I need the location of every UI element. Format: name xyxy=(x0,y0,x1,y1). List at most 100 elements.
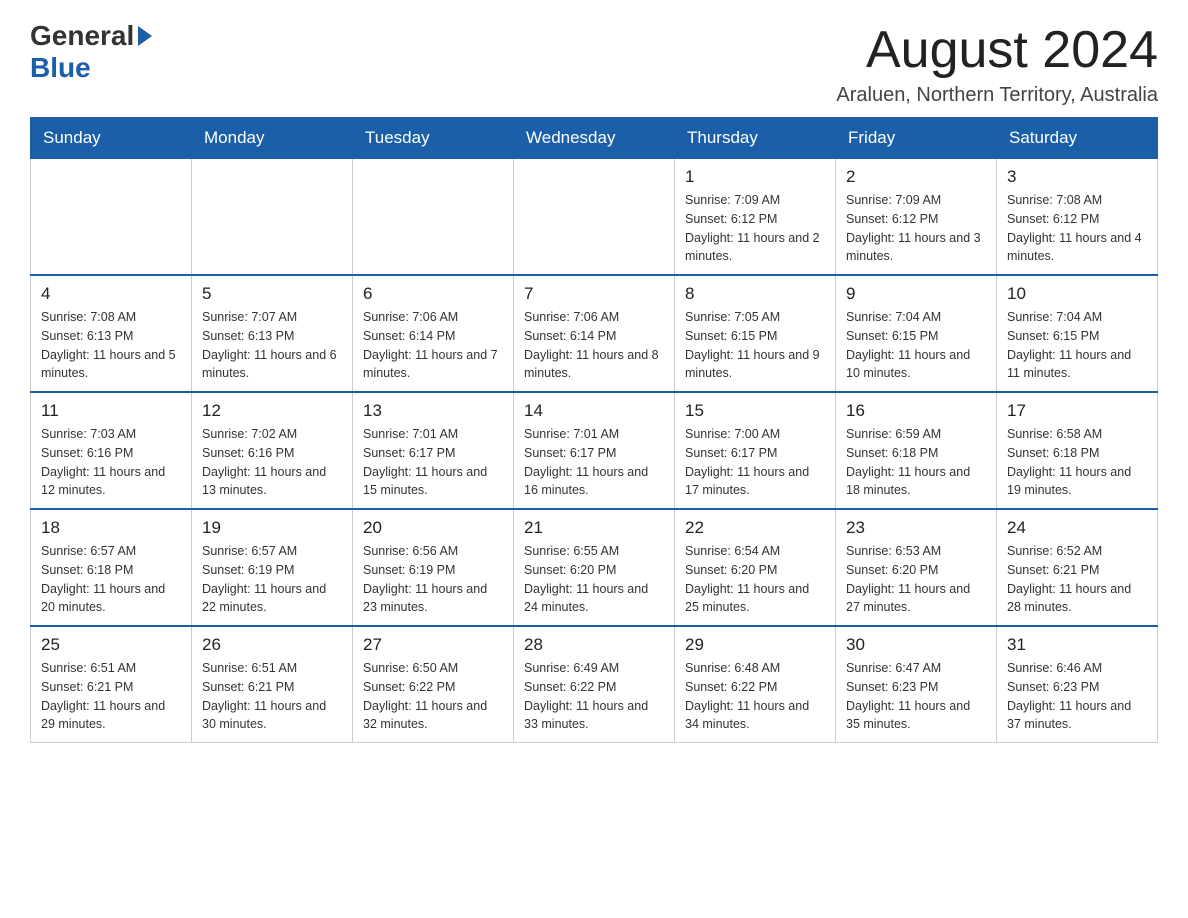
calendar-cell: 7Sunrise: 7:06 AMSunset: 6:14 PMDaylight… xyxy=(514,275,675,392)
calendar-title: August 2024 xyxy=(836,20,1158,80)
calendar-cell xyxy=(31,159,192,276)
calendar-cell: 26Sunrise: 6:51 AMSunset: 6:21 PMDayligh… xyxy=(192,626,353,743)
calendar-cell: 27 Sunrise: 6:50 AMSunset: 6:22 PMDayligh… xyxy=(353,626,514,743)
calendar-cell: 23 Sunrise: 6:53 AMSunset: 6:20 PMDayligh… xyxy=(836,509,997,626)
calendar-cell: 5Sunrise: 7:07 AMSunset: 6:13 PMDaylight… xyxy=(192,275,353,392)
day-number: 4 xyxy=(41,284,181,304)
day-info: Sunrise: 7:01 AMSunset: 6:17 PMDaylight:… xyxy=(363,425,503,500)
day-info: Sunrise: 6:50 AMSunset: 6:22 PMDaylight:… xyxy=(363,659,503,734)
day-info: Sunrise: 7:00 AMSunset: 6:17 PMDaylight:… xyxy=(685,425,825,500)
day-number: 24 xyxy=(1007,518,1147,538)
calendar-cell: 21Sunrise: 6:55 AMSunset: 6:20 PMDayligh… xyxy=(514,509,675,626)
calendar-cell: 14 Sunrise: 7:01 AMSunset: 6:17 PMDayligh… xyxy=(514,392,675,509)
week-row-2: 4 Sunrise: 7:08 AMSunset: 6:13 PMDaylight… xyxy=(31,275,1158,392)
calendar-cell xyxy=(353,159,514,276)
col-header-thursday: Thursday xyxy=(675,118,836,159)
col-header-friday: Friday xyxy=(836,118,997,159)
calendar-cell: 18Sunrise: 6:57 AMSunset: 6:18 PMDayligh… xyxy=(31,509,192,626)
day-info: Sunrise: 6:56 AMSunset: 6:19 PMDaylight:… xyxy=(363,542,503,617)
calendar-cell: 19 Sunrise: 6:57 AMSunset: 6:19 PMDayligh… xyxy=(192,509,353,626)
day-info: Sunrise: 6:47 AMSunset: 6:23 PMDaylight:… xyxy=(846,659,986,734)
calendar-cell: 6 Sunrise: 7:06 AMSunset: 6:14 PMDaylight… xyxy=(353,275,514,392)
day-info: Sunrise: 7:08 AMSunset: 6:12 PMDaylight:… xyxy=(1007,191,1147,266)
logo-blue-text: Blue xyxy=(30,52,91,84)
day-number: 26 xyxy=(202,635,342,655)
calendar-cell: 22Sunrise: 6:54 AMSunset: 6:20 PMDayligh… xyxy=(675,509,836,626)
day-number: 19 xyxy=(202,518,342,538)
calendar-cell: 2 Sunrise: 7:09 AMSunset: 6:12 PMDaylight… xyxy=(836,159,997,276)
day-info: Sunrise: 7:01 AMSunset: 6:17 PMDaylight:… xyxy=(524,425,664,500)
day-info: Sunrise: 7:05 AMSunset: 6:15 PMDaylight:… xyxy=(685,308,825,383)
day-info: Sunrise: 7:06 AMSunset: 6:14 PMDaylight:… xyxy=(524,308,664,383)
day-number: 11 xyxy=(41,401,181,421)
calendar-cell: 12 Sunrise: 7:02 AMSunset: 6:16 PMDayligh… xyxy=(192,392,353,509)
day-number: 23 xyxy=(846,518,986,538)
day-number: 8 xyxy=(685,284,825,304)
day-number: 5 xyxy=(202,284,342,304)
day-info: Sunrise: 7:02 AMSunset: 6:16 PMDaylight:… xyxy=(202,425,342,500)
day-number: 29 xyxy=(685,635,825,655)
day-info: Sunrise: 6:53 AMSunset: 6:20 PMDaylight:… xyxy=(846,542,986,617)
day-number: 27 xyxy=(363,635,503,655)
week-row-3: 11 Sunrise: 7:03 AMSunset: 6:16 PMDayligh… xyxy=(31,392,1158,509)
day-info: Sunrise: 7:03 AMSunset: 6:16 PMDaylight:… xyxy=(41,425,181,500)
calendar-cell: 30 Sunrise: 6:47 AMSunset: 6:23 PMDayligh… xyxy=(836,626,997,743)
week-row-4: 18Sunrise: 6:57 AMSunset: 6:18 PMDayligh… xyxy=(31,509,1158,626)
day-number: 15 xyxy=(685,401,825,421)
day-info: Sunrise: 7:09 AMSunset: 6:12 PMDaylight:… xyxy=(685,191,825,266)
day-number: 17 xyxy=(1007,401,1147,421)
calendar-cell: 28 Sunrise: 6:49 AMSunset: 6:22 PMDayligh… xyxy=(514,626,675,743)
calendar-cell xyxy=(192,159,353,276)
day-number: 28 xyxy=(524,635,664,655)
day-number: 1 xyxy=(685,167,825,187)
calendar-cell: 16 Sunrise: 6:59 AMSunset: 6:18 PMDayligh… xyxy=(836,392,997,509)
calendar-cell: 17 Sunrise: 6:58 AMSunset: 6:18 PMDayligh… xyxy=(997,392,1158,509)
day-number: 30 xyxy=(846,635,986,655)
calendar-cell: 4 Sunrise: 7:08 AMSunset: 6:13 PMDaylight… xyxy=(31,275,192,392)
calendar-cell: 31Sunrise: 6:46 AMSunset: 6:23 PMDayligh… xyxy=(997,626,1158,743)
day-info: Sunrise: 6:57 AMSunset: 6:19 PMDaylight:… xyxy=(202,542,342,617)
calendar-table: SundayMondayTuesdayWednesdayThursdayFrid… xyxy=(30,117,1158,743)
week-row-1: 1 Sunrise: 7:09 AMSunset: 6:12 PMDaylight… xyxy=(31,159,1158,276)
logo: General Blue xyxy=(30,20,156,84)
day-number: 2 xyxy=(846,167,986,187)
page-header: General Blue August 2024 Araluen, Northe… xyxy=(30,20,1158,107)
day-info: Sunrise: 7:04 AMSunset: 6:15 PMDaylight:… xyxy=(846,308,986,383)
day-number: 18 xyxy=(41,518,181,538)
col-header-tuesday: Tuesday xyxy=(353,118,514,159)
col-header-saturday: Saturday xyxy=(997,118,1158,159)
day-number: 14 xyxy=(524,401,664,421)
day-number: 12 xyxy=(202,401,342,421)
day-number: 16 xyxy=(846,401,986,421)
calendar-cell: 10Sunrise: 7:04 AMSunset: 6:15 PMDayligh… xyxy=(997,275,1158,392)
logo-general-text: General xyxy=(30,20,134,52)
calendar-cell: 24 Sunrise: 6:52 AMSunset: 6:21 PMDayligh… xyxy=(997,509,1158,626)
calendar-cell: 9Sunrise: 7:04 AMSunset: 6:15 PMDaylight… xyxy=(836,275,997,392)
day-info: Sunrise: 6:52 AMSunset: 6:21 PMDaylight:… xyxy=(1007,542,1147,617)
header-row: SundayMondayTuesdayWednesdayThursdayFrid… xyxy=(31,118,1158,159)
calendar-cell: 20 Sunrise: 6:56 AMSunset: 6:19 PMDayligh… xyxy=(353,509,514,626)
day-number: 20 xyxy=(363,518,503,538)
day-info: Sunrise: 7:09 AMSunset: 6:12 PMDaylight:… xyxy=(846,191,986,266)
day-number: 13 xyxy=(363,401,503,421)
col-header-sunday: Sunday xyxy=(31,118,192,159)
calendar-subtitle: Araluen, Northern Territory, Australia xyxy=(836,84,1158,107)
day-info: Sunrise: 6:49 AMSunset: 6:22 PMDaylight:… xyxy=(524,659,664,734)
calendar-cell: 15 Sunrise: 7:00 AMSunset: 6:17 PMDayligh… xyxy=(675,392,836,509)
day-number: 6 xyxy=(363,284,503,304)
day-number: 3 xyxy=(1007,167,1147,187)
day-info: Sunrise: 6:54 AMSunset: 6:20 PMDaylight:… xyxy=(685,542,825,617)
day-info: Sunrise: 6:58 AMSunset: 6:18 PMDaylight:… xyxy=(1007,425,1147,500)
title-section: August 2024 Araluen, Northern Territory,… xyxy=(836,20,1158,107)
col-header-wednesday: Wednesday xyxy=(514,118,675,159)
day-info: Sunrise: 7:08 AMSunset: 6:13 PMDaylight:… xyxy=(41,308,181,383)
day-number: 25 xyxy=(41,635,181,655)
calendar-cell: 11 Sunrise: 7:03 AMSunset: 6:16 PMDayligh… xyxy=(31,392,192,509)
week-row-5: 25Sunrise: 6:51 AMSunset: 6:21 PMDayligh… xyxy=(31,626,1158,743)
day-info: Sunrise: 6:59 AMSunset: 6:18 PMDaylight:… xyxy=(846,425,986,500)
day-number: 10 xyxy=(1007,284,1147,304)
day-info: Sunrise: 7:06 AMSunset: 6:14 PMDaylight:… xyxy=(363,308,503,383)
calendar-cell xyxy=(514,159,675,276)
calendar-cell: 25Sunrise: 6:51 AMSunset: 6:21 PMDayligh… xyxy=(31,626,192,743)
logo-arrow-icon xyxy=(138,26,152,46)
